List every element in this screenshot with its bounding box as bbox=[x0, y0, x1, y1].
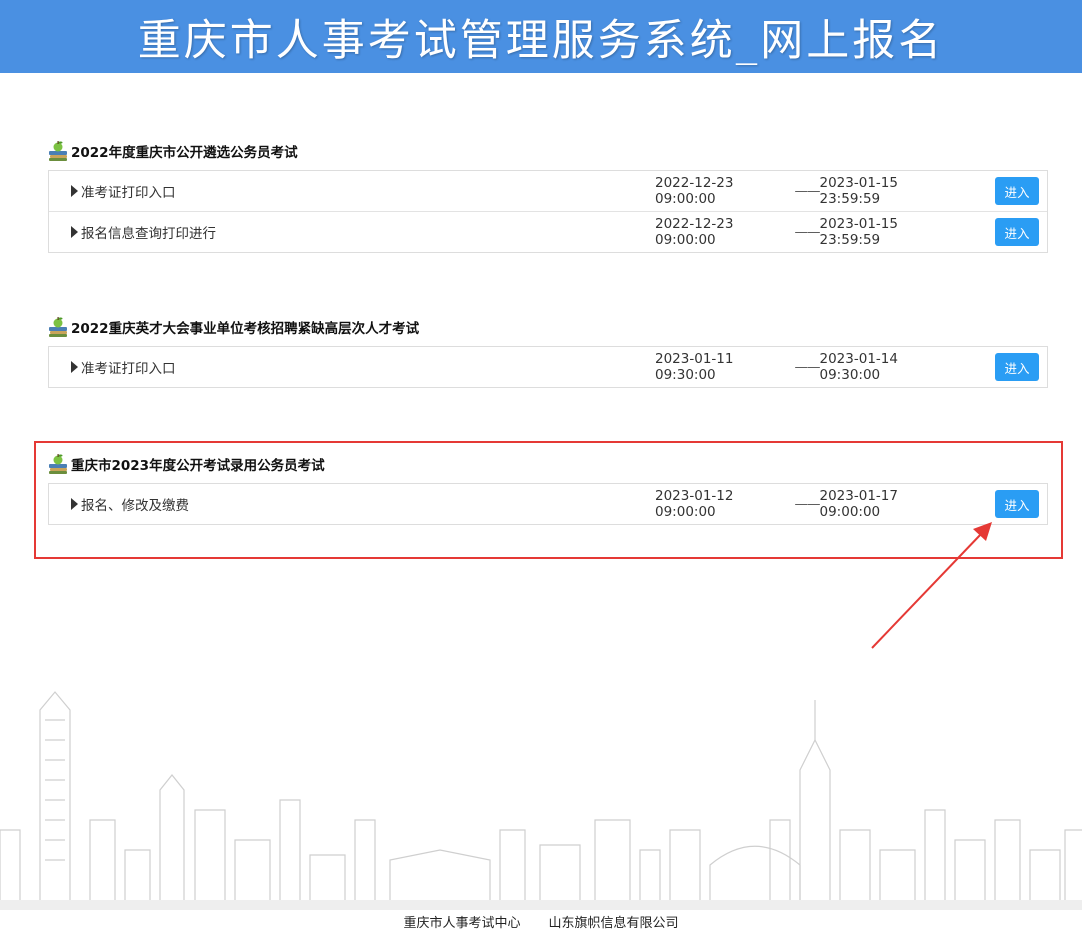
list-item: 准考证打印入口 2023-01-11 09:30:00 —— 2023-01-1… bbox=[49, 347, 1047, 387]
enter-button[interactable]: 进入 bbox=[995, 353, 1039, 381]
entry-list: 准考证打印入口 2022-12-23 09:00:00 —— 2023-01-1… bbox=[48, 170, 1048, 253]
entry-label: 准考证打印入口 bbox=[81, 185, 176, 201]
caret-right-icon bbox=[71, 361, 78, 373]
list-item: 准考证打印入口 2022-12-23 09:00:00 —— 2023-01-1… bbox=[49, 171, 1047, 211]
date-range: 2022-12-23 09:00:00 —— 2023-01-15 23:59:… bbox=[655, 216, 959, 248]
section-title: 2022年度重庆市公开遴选公务员考试 bbox=[71, 145, 298, 161]
books-apple-icon bbox=[49, 141, 67, 161]
entry-label: 准考证打印入口 bbox=[81, 361, 176, 377]
section-title: 2022重庆英才大会事业单位考核招聘紧缺高层次人才考试 bbox=[71, 321, 420, 337]
end-time: 2023-01-14 09:30:00 bbox=[819, 351, 898, 383]
caret-right-icon bbox=[71, 185, 78, 197]
footer-vendor: 山东旗帜信息有限公司 bbox=[548, 916, 679, 931]
section-header: 2022重庆英才大会事业单位考核招聘紧缺高层次人才考试 bbox=[48, 316, 1048, 338]
start-time: 2023-01-11 09:30:00 bbox=[655, 351, 734, 383]
entry-label: 报名信息查询打印进行 bbox=[81, 226, 216, 242]
enter-button[interactable]: 进入 bbox=[995, 218, 1039, 246]
date-separator: —— bbox=[794, 359, 821, 375]
start-time: 2022-12-23 09:00:00 bbox=[655, 175, 734, 207]
start-time: 2022-12-23 09:00:00 bbox=[655, 216, 734, 248]
date-separator: —— bbox=[794, 183, 821, 199]
books-apple-icon bbox=[49, 317, 67, 337]
header-banner: 重庆市人事考试管理服务系统_网上报名 bbox=[0, 0, 1082, 73]
exam-section-1: 2022年度重庆市公开遴选公务员考试 准考证打印入口 2022-12-23 09… bbox=[48, 140, 1048, 253]
entry-list: 准考证打印入口 2023-01-11 09:30:00 —— 2023-01-1… bbox=[48, 346, 1048, 388]
date-range: 2022-12-23 09:00:00 —— 2023-01-15 23:59:… bbox=[655, 175, 959, 207]
site-title: 重庆市人事考试管理服务系统_网上报名 bbox=[137, 15, 945, 66]
city-skyline-illustration bbox=[0, 691, 1082, 910]
footer: 重庆市人事考试中心 山东旗帜信息有限公司 bbox=[0, 910, 1082, 933]
list-item: 报名信息查询打印进行 2022-12-23 09:00:00 —— 2023-0… bbox=[49, 211, 1047, 252]
section-header: 2022年度重庆市公开遴选公务员考试 bbox=[48, 140, 1048, 162]
exam-section-2: 2022重庆英才大会事业单位考核招聘紧缺高层次人才考试 准考证打印入口 2023… bbox=[48, 316, 1048, 388]
end-time: 2023-01-15 23:59:59 bbox=[819, 216, 898, 248]
date-range: 2023-01-11 09:30:00 —— 2023-01-14 09:30:… bbox=[655, 351, 959, 383]
caret-right-icon bbox=[71, 226, 78, 238]
footer-org: 重庆市人事考试中心 bbox=[403, 916, 521, 931]
end-time: 2023-01-15 23:59:59 bbox=[819, 175, 898, 207]
date-separator: —— bbox=[794, 224, 821, 240]
highlight-box bbox=[34, 441, 1063, 559]
enter-button[interactable]: 进入 bbox=[995, 177, 1039, 205]
